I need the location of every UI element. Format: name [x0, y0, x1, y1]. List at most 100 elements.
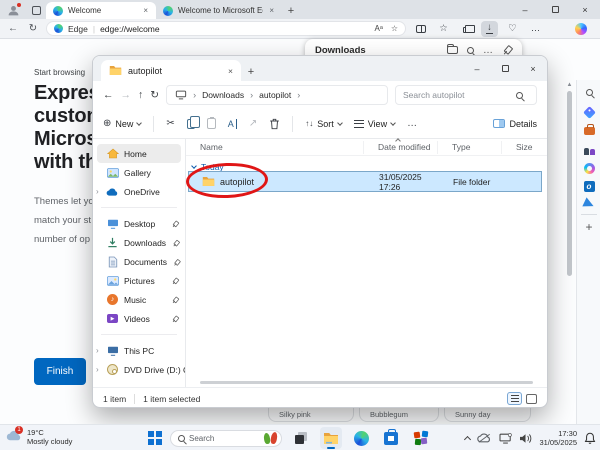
- sidebar-tools-button[interactable]: [582, 124, 596, 138]
- breadcrumb-item-autopilot[interactable]: autopilot: [259, 90, 291, 100]
- sidebar-search-button[interactable]: [582, 85, 596, 99]
- taskbar-clock[interactable]: 17:30 31/05/2025: [539, 429, 577, 447]
- explorer-search-box[interactable]: [395, 85, 537, 105]
- edge-tab-welcome-to-edge[interactable]: Welcome to Microsoft Edge ×: [156, 2, 282, 19]
- tab-actions-button[interactable]: [26, 2, 46, 19]
- collections-button[interactable]: [458, 21, 475, 37]
- browser-essentials-button[interactable]: ♡: [504, 21, 521, 37]
- sidebar-item-videos[interactable]: ▶ Videos: [93, 309, 185, 328]
- task-view-button[interactable]: [290, 427, 312, 449]
- sidebar-item-downloads[interactable]: Downloads: [93, 233, 185, 252]
- favorite-star-icon[interactable]: ☆: [391, 24, 398, 33]
- breadcrumb-item-downloads[interactable]: Downloads: [202, 90, 244, 100]
- delete-button[interactable]: [269, 118, 280, 130]
- notifications-bell-icon[interactable]: [584, 432, 596, 444]
- paste-button[interactable]: [207, 118, 216, 129]
- split-screen-button[interactable]: [412, 21, 429, 37]
- address-bar[interactable]: Edge | edge://welcome Aᵃ ☆: [46, 21, 406, 36]
- details-view-button[interactable]: [507, 392, 522, 405]
- taskbar-weather-widget[interactable]: 1 19°C Mostly cloudy: [6, 428, 72, 446]
- close-button[interactable]: ×: [570, 0, 600, 19]
- maximize-button[interactable]: [491, 56, 519, 81]
- refresh-button[interactable]: ↻: [26, 23, 40, 34]
- sidebar-item-gallery[interactable]: Gallery: [93, 163, 185, 182]
- details-pane-button[interactable]: Details: [493, 119, 537, 129]
- profile-avatar[interactable]: [0, 2, 26, 19]
- file-explorer-taskbar-button[interactable]: [320, 427, 342, 449]
- close-tab-icon[interactable]: ×: [142, 6, 149, 15]
- refresh-button[interactable]: ↻: [150, 89, 159, 101]
- copilot-button[interactable]: [572, 21, 589, 37]
- scroll-up-icon[interactable]: ▲: [566, 82, 573, 88]
- sidebar-games-button[interactable]: [582, 143, 596, 157]
- favorites-button[interactable]: ☆: [435, 21, 452, 37]
- store-taskbar-button[interactable]: [380, 427, 402, 449]
- column-header-type[interactable]: Type: [438, 141, 502, 154]
- sidebar-item-this-pc[interactable]: › This PC: [93, 341, 185, 360]
- expand-chevron-icon[interactable]: ›: [96, 365, 99, 374]
- sidebar-item-onedrive[interactable]: › OneDrive: [93, 182, 185, 201]
- minimize-button[interactable]: –: [510, 0, 540, 19]
- view-button[interactable]: View: [354, 119, 395, 129]
- sidebar-item-music[interactable]: ♪ Music: [93, 290, 185, 309]
- sidebar-outlook-button[interactable]: o: [582, 179, 596, 193]
- sidebar-drop-button[interactable]: [582, 197, 596, 211]
- back-button[interactable]: ←: [103, 89, 114, 101]
- rename-button[interactable]: A: [228, 119, 237, 129]
- music-icon: ♪: [106, 293, 119, 306]
- cut-button[interactable]: ✂: [166, 118, 174, 129]
- close-tab-icon[interactable]: ×: [268, 6, 275, 15]
- sidebar-item-dvd-drive[interactable]: › DVD Drive (D:) C: [93, 360, 185, 379]
- column-header-date-modified[interactable]: Date modified: [364, 141, 438, 154]
- search-downloads-icon[interactable]: [467, 47, 474, 54]
- taskbar-search-box[interactable]: [170, 430, 282, 447]
- explorer-new-tab-button[interactable]: +: [241, 66, 261, 81]
- column-header-size[interactable]: Size: [502, 141, 547, 154]
- taskbar-search-input[interactable]: [189, 434, 251, 443]
- sidebar-item-desktop[interactable]: Desktop: [93, 214, 185, 233]
- edge-taskbar-button[interactable]: [350, 427, 372, 449]
- expand-chevron-icon[interactable]: ›: [96, 346, 99, 355]
- expand-chevron-icon[interactable]: ›: [96, 187, 99, 196]
- sidebar-designer-button[interactable]: [582, 161, 596, 175]
- breadcrumb[interactable]: › Downloads › autopilot ›: [166, 85, 388, 105]
- new-tab-button[interactable]: +: [282, 2, 300, 19]
- column-header-name[interactable]: Name: [186, 141, 364, 154]
- sidebar-item-pictures[interactable]: Pictures: [93, 271, 185, 290]
- app-taskbar-button[interactable]: [410, 427, 432, 449]
- up-button[interactable]: ↑: [138, 89, 143, 101]
- downloads-more-icon[interactable]: …: [483, 45, 493, 56]
- share-button[interactable]: ↗: [249, 118, 257, 129]
- scrollbar-thumb[interactable]: [567, 91, 572, 276]
- sidebar-item-documents[interactable]: Documents: [93, 252, 185, 271]
- read-aloud-icon[interactable]: Aᵃ: [375, 24, 383, 33]
- sort-button[interactable]: ↑↓ Sort: [305, 119, 342, 129]
- sidebar-shopping-button[interactable]: [582, 105, 596, 119]
- open-downloads-folder-icon[interactable]: [447, 46, 458, 54]
- horizontal-scrollbar[interactable]: [200, 381, 533, 384]
- back-button[interactable]: ←: [6, 23, 20, 34]
- new-button[interactable]: ⊕ New: [103, 118, 141, 129]
- settings-more-button[interactable]: …: [527, 21, 544, 37]
- forward-button[interactable]: →: [121, 89, 132, 101]
- page-scrollbar[interactable]: ▲ ▼: [566, 82, 573, 450]
- start-button[interactable]: [148, 431, 162, 445]
- edge-tab-welcome[interactable]: Welcome ×: [46, 2, 156, 19]
- copy-button[interactable]: [187, 119, 195, 129]
- close-button[interactable]: ×: [519, 56, 547, 81]
- speaker-icon[interactable]: [519, 433, 532, 444]
- cast-display-icon[interactable]: [499, 433, 512, 444]
- sidebar-item-home[interactable]: Home: [97, 144, 181, 163]
- restore-button[interactable]: [540, 0, 570, 19]
- close-tab-icon[interactable]: ×: [228, 66, 233, 76]
- explorer-tab[interactable]: autopilot ×: [101, 60, 241, 81]
- minimize-button[interactable]: –: [463, 56, 491, 81]
- more-commands-button[interactable]: …: [407, 118, 417, 129]
- sidebar-add-button[interactable]: +: [582, 220, 596, 234]
- hidden-icons-chevron[interactable]: [464, 436, 471, 443]
- explorer-search-input[interactable]: [403, 90, 511, 100]
- finish-button[interactable]: Finish: [34, 358, 86, 385]
- onedrive-tray-icon[interactable]: [477, 433, 492, 443]
- downloads-button[interactable]: ↓: [481, 21, 498, 37]
- thumbnail-view-button[interactable]: [526, 394, 537, 404]
